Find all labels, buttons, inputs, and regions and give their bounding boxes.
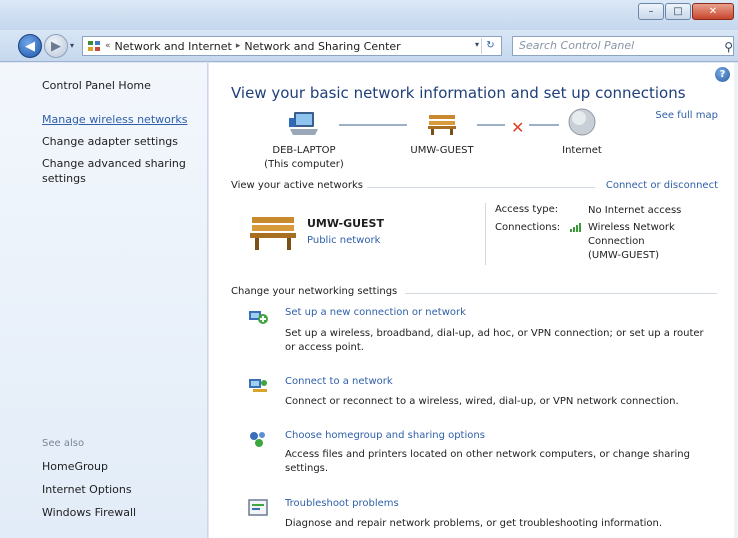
window-controls: – □ ✕ (638, 3, 734, 20)
sidebar: Control Panel Home Manage wireless netwo… (0, 63, 208, 538)
search-placeholder: Search Control Panel (519, 39, 635, 52)
title-bar: – □ ✕ (0, 0, 738, 30)
active-network-name: UMW-GUEST (307, 217, 384, 230)
desc-line: or access point. (285, 342, 364, 353)
scrollbar[interactable] (734, 63, 738, 538)
connection-line-3[interactable]: (UMW-GUEST) (588, 249, 675, 263)
sidebar-manage-wireless-networks[interactable]: Manage wireless networks (42, 112, 187, 128)
homegroup-sharing-desc: Access files and printers located on oth… (285, 448, 725, 476)
sidebar-windows-firewall[interactable]: Windows Firewall (42, 505, 136, 521)
back-button[interactable]: ◀ (18, 34, 42, 58)
maximize-button[interactable]: □ (665, 3, 691, 20)
vertical-divider (485, 203, 486, 265)
connect-to-network-link[interactable]: Connect to a network (285, 376, 393, 387)
internet-label: Internet (562, 145, 602, 156)
troubleshoot-problems-link[interactable]: Troubleshoot problems (285, 498, 399, 509)
homegroup-sharing-link[interactable]: Choose homegroup and sharing options (285, 430, 485, 441)
network-type-link[interactable]: Public network (307, 235, 380, 246)
refresh-icon[interactable]: ↻ (481, 38, 499, 54)
connection-line-1[interactable]: Wireless Network (588, 221, 675, 235)
minimize-button[interactable]: – (638, 3, 664, 20)
search-icon[interactable]: ⚲ (724, 38, 733, 56)
address-dropdown-icon[interactable]: ▾ (475, 40, 479, 49)
connection-line (339, 124, 407, 126)
access-type-value: No Internet access (588, 205, 682, 216)
active-networks-heading: View your active networks (231, 180, 363, 191)
forward-button[interactable]: ▶ (44, 34, 68, 58)
address-bar[interactable]: « Network and Internet ▸ Network and Sha… (82, 36, 502, 56)
new-connection-icon[interactable] (247, 307, 269, 327)
close-button[interactable]: ✕ (692, 3, 734, 20)
setup-new-connection-link[interactable]: Set up a new connection or network (285, 307, 466, 318)
access-type-label: Access type: (495, 204, 559, 215)
connect-to-network-desc: Connect or reconnect to a wireless, wire… (285, 395, 725, 409)
desc-line: Access files and printers located on oth… (285, 449, 690, 460)
breadcrumb-overflow-icon[interactable]: « (105, 41, 111, 51)
computer-label: DEB-LAPTOP (This computer) (249, 144, 359, 172)
connections-label: Connections: (495, 222, 561, 233)
homegroup-icon[interactable] (247, 429, 269, 449)
breadcrumb-network-and-sharing-center[interactable]: Network and Sharing Center (244, 40, 400, 53)
breadcrumb-network-and-internet[interactable]: Network and Internet (115, 40, 232, 53)
computer-sub: (This computer) (264, 159, 344, 170)
connect-or-disconnect-link[interactable]: Connect or disconnect (606, 180, 718, 191)
search-input[interactable]: Search Control Panel ⚲ (512, 36, 734, 56)
wireless-connection-link[interactable]: Wireless Network Connection (UMW-GUEST) (588, 221, 675, 263)
desc-line: Diagnose and repair network problems, or… (285, 518, 663, 529)
recent-pages-button[interactable]: ▾ (70, 41, 74, 50)
sidebar-homegroup[interactable]: HomeGroup (42, 459, 108, 475)
connection-line-broken-left (477, 124, 505, 126)
computer-name: DEB-LAPTOP (272, 145, 336, 156)
sidebar-internet-options[interactable]: Internet Options (42, 482, 132, 498)
network-label: UMW-GUEST (410, 145, 474, 156)
sidebar-change-advanced-sharing-line2[interactable]: settings (42, 171, 86, 187)
section-divider (367, 187, 595, 188)
wireless-signal-icon (569, 221, 583, 233)
see-full-map-link[interactable]: See full map (655, 110, 718, 121)
page-title: View your basic network information and … (231, 84, 686, 102)
laptop-icon[interactable] (288, 110, 320, 138)
see-also-heading: See also (42, 438, 85, 449)
breadcrumb-separator-icon[interactable]: ▸ (236, 41, 241, 51)
troubleshoot-icon[interactable] (247, 498, 269, 518)
connect-network-icon[interactable] (247, 376, 269, 396)
connection-line-2[interactable]: Connection (588, 235, 675, 249)
sidebar-control-panel-home[interactable]: Control Panel Home (42, 78, 151, 94)
help-icon[interactable]: ? (715, 67, 730, 82)
main-content: ? View your basic network information an… (209, 63, 738, 538)
sidebar-change-adapter-settings[interactable]: Change adapter settings (42, 134, 178, 150)
no-connection-icon[interactable]: ✕ (511, 118, 524, 137)
setup-new-connection-desc: Set up a wireless, broadband, dial-up, a… (285, 327, 725, 355)
sidebar-change-advanced-sharing[interactable]: Change advanced sharing (42, 156, 186, 172)
networking-settings-heading: Change your networking settings (231, 286, 398, 297)
control-panel-icon (87, 40, 101, 52)
navigation-bar: ◀ ▶ ▾ « Network and Internet ▸ Network a… (0, 30, 738, 62)
public-network-bench-icon[interactable] (249, 213, 297, 253)
connection-line-broken-right (529, 124, 559, 126)
section-divider (405, 293, 717, 294)
desc-line: Connect or reconnect to a wireless, wire… (285, 396, 679, 407)
troubleshoot-problems-desc: Diagnose and repair network problems, or… (285, 517, 725, 531)
bench-network-icon[interactable] (427, 112, 457, 136)
desc-line: settings. (285, 463, 329, 474)
desc-line: Set up a wireless, broadband, dial-up, a… (285, 328, 704, 339)
internet-globe-icon[interactable] (567, 107, 597, 137)
